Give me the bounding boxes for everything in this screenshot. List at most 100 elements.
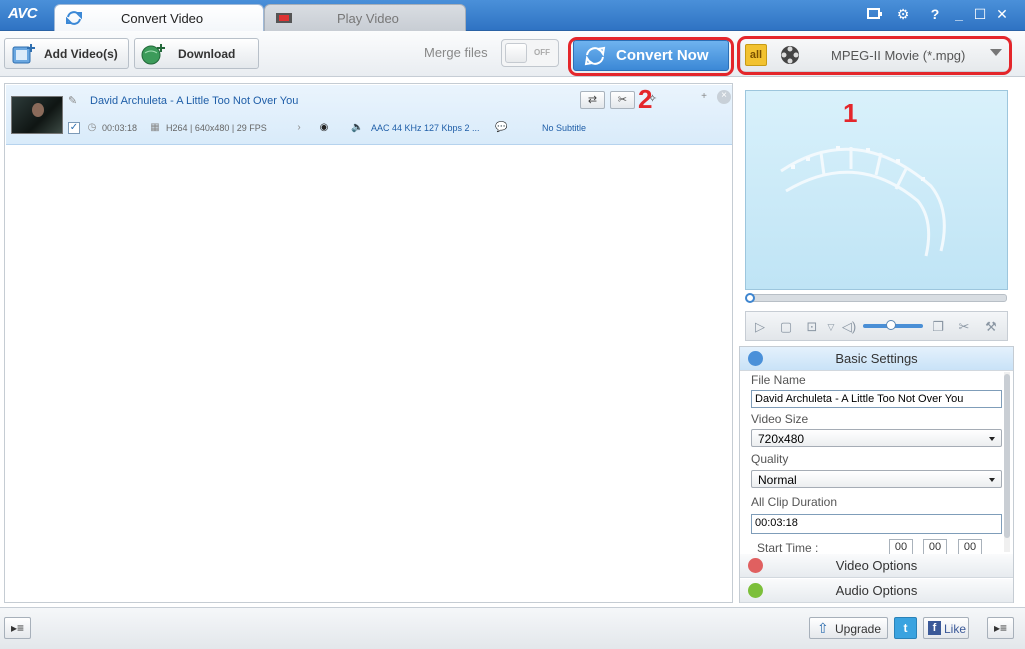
re-encode-button[interactable]: ⇄ [580, 91, 605, 109]
volume-icon[interactable]: ◁) [840, 318, 858, 336]
twitter-icon[interactable]: t [894, 617, 917, 639]
globe-download-icon [141, 44, 165, 65]
edit-pencil-icon[interactable]: ✎ [68, 94, 80, 107]
stop-icon[interactable]: ▢ [777, 318, 795, 336]
video-size-select[interactable]: 720x480 [751, 429, 1002, 447]
seek-bar[interactable] [746, 294, 1007, 302]
like-label: Like [944, 622, 967, 636]
toggle-panel-left-icon[interactable]: ▸≡ [4, 617, 31, 639]
selected-format: MPEG-II Movie (*.mpg) [831, 48, 966, 63]
start-minutes-field[interactable]: 00 [923, 539, 947, 555]
volume-handle[interactable] [886, 320, 896, 330]
subtitle-bubble-icon: 💬 [495, 122, 508, 133]
upgrade-arrow-icon: ⇧ [817, 620, 829, 636]
audio-options-header[interactable]: Audio Options [740, 579, 1013, 603]
clock-icon: ◷ [87, 122, 97, 133]
video-options-header[interactable]: Video Options [740, 554, 1013, 578]
seek-handle[interactable] [745, 293, 755, 303]
film-strip-icon: ▦ [150, 122, 160, 133]
add-video-icon [12, 44, 35, 64]
display-icon[interactable] [866, 5, 884, 23]
status-bar: ▸≡ ⇧ Upgrade t f Like ▸≡ [0, 607, 1025, 649]
merge-files-toggle[interactable]: OFF [501, 39, 559, 67]
refresh-icon [584, 46, 606, 66]
merge-files-label: Merge files [424, 45, 488, 60]
tab-label: Convert Video [121, 11, 204, 26]
video-preview [745, 90, 1008, 290]
maximize-icon[interactable]: ☐ [971, 5, 989, 23]
file-title: David Archuleta - A Little Too Not Over … [90, 95, 299, 107]
basic-settings-header[interactable]: Basic Settings [740, 347, 1013, 371]
basic-settings-label: Basic Settings [835, 351, 918, 366]
facebook-icon: f [928, 621, 941, 635]
audio-options-label: Audio Options [835, 583, 918, 598]
reel-icon: ◉ [319, 122, 329, 133]
settings-scrollbar[interactable] [1004, 372, 1010, 552]
app-logo: AVC [8, 5, 38, 22]
upgrade-label: Upgrade [835, 622, 882, 636]
download-label: Download [178, 47, 236, 61]
list-item[interactable]: ✎ David Archuleta - A Little Too Not Ove… [6, 85, 732, 145]
start-hours-field[interactable]: 00 [889, 539, 913, 555]
download-button[interactable]: Download [134, 38, 259, 69]
chevron-right-icon[interactable]: › [293, 122, 305, 134]
video-info: H264 | 640x480 | 29 FPS [166, 123, 267, 133]
gear-icon[interactable]: ⚙ [894, 5, 912, 23]
settings-panel: Basic Settings File Name David Archuleta… [739, 346, 1014, 603]
file-checkbox[interactable]: ✓ [68, 122, 80, 134]
title-bar: AVC Convert Video Play Video ⚙ ? _ ☐ ✕ [0, 0, 1025, 32]
annotation-number-1: 1 [843, 98, 858, 128]
speaker-icon: 🔈 [351, 122, 364, 133]
toggle-state: OFF [534, 48, 550, 57]
close-icon[interactable]: ✕ [993, 5, 1011, 23]
file-duration: 00:03:18 [102, 123, 138, 133]
tab-play-video[interactable]: Play Video [264, 4, 466, 32]
all-clip-duration-field: 00:03:18 [751, 514, 1002, 534]
scroll-thumb[interactable] [1004, 374, 1010, 538]
all-clip-duration-label: All Clip Duration [751, 495, 838, 509]
tab-convert-video[interactable]: Convert Video [54, 4, 264, 32]
quality-label: Quality [751, 452, 789, 466]
copy-icon[interactable]: ❐ [929, 318, 947, 336]
upgrade-button[interactable]: ⇧ Upgrade [809, 617, 888, 639]
start-seconds-field[interactable]: 00 [958, 539, 982, 555]
chevron-down-icon [989, 478, 995, 482]
start-time-label: Start Time : [757, 541, 819, 555]
chevron-down-icon[interactable]: ▽ [822, 318, 840, 336]
camera-icon[interactable]: ⊡ [803, 318, 821, 336]
film-strip-graphic [780, 146, 946, 257]
video-size-label: Video Size [751, 412, 809, 426]
chevron-down-icon [989, 437, 995, 441]
video-options-label: Video Options [835, 558, 918, 573]
file-name-field[interactable]: David Archuleta - A Little Too Not Over … [751, 390, 1002, 408]
convert-icon [66, 11, 82, 25]
play-icon[interactable]: ▷ [751, 318, 769, 336]
help-icon[interactable]: ? [926, 5, 944, 23]
video-thumbnail [11, 96, 63, 134]
file-list: ✎ David Archuleta - A Little Too Not Ove… [4, 83, 733, 603]
video-size-value: 720x480 [758, 432, 805, 446]
all-formats-badge: all [745, 44, 767, 66]
output-format-select[interactable]: all MPEG-II Movie (*.mpg) [740, 38, 1012, 72]
tools-icon[interactable]: ⚒ [982, 318, 1000, 336]
cut-scissors-icon[interactable]: ✂ [610, 91, 635, 109]
subtitle-select[interactable]: No Subtitle [542, 123, 586, 133]
tab-label: Play Video [337, 11, 399, 26]
minimize-icon[interactable]: _ [950, 5, 968, 23]
add-videos-label: Add Video(s) [44, 47, 118, 61]
film-icon [276, 13, 292, 23]
cut-scissors-icon[interactable]: ✂ [955, 318, 973, 336]
quality-select[interactable]: Normal [751, 470, 1002, 488]
remove-icon[interactable]: × [717, 90, 731, 104]
facebook-like-button[interactable]: f Like [923, 617, 969, 639]
add-icon[interactable]: + [698, 91, 710, 103]
add-videos-button[interactable]: Add Video(s) [4, 38, 129, 69]
film-reel-icon [781, 46, 799, 64]
annotation-number-2: 2 [638, 84, 653, 114]
convert-now-label: Convert Now [616, 47, 709, 64]
file-name-label: File Name [751, 373, 806, 387]
audio-info[interactable]: AAC 44 KHz 127 Kbps 2 ... [371, 123, 480, 133]
quality-value: Normal [758, 473, 797, 487]
convert-now-button[interactable]: Convert Now [573, 40, 729, 71]
toggle-panel-right-icon[interactable]: ▸≡ [987, 617, 1014, 639]
